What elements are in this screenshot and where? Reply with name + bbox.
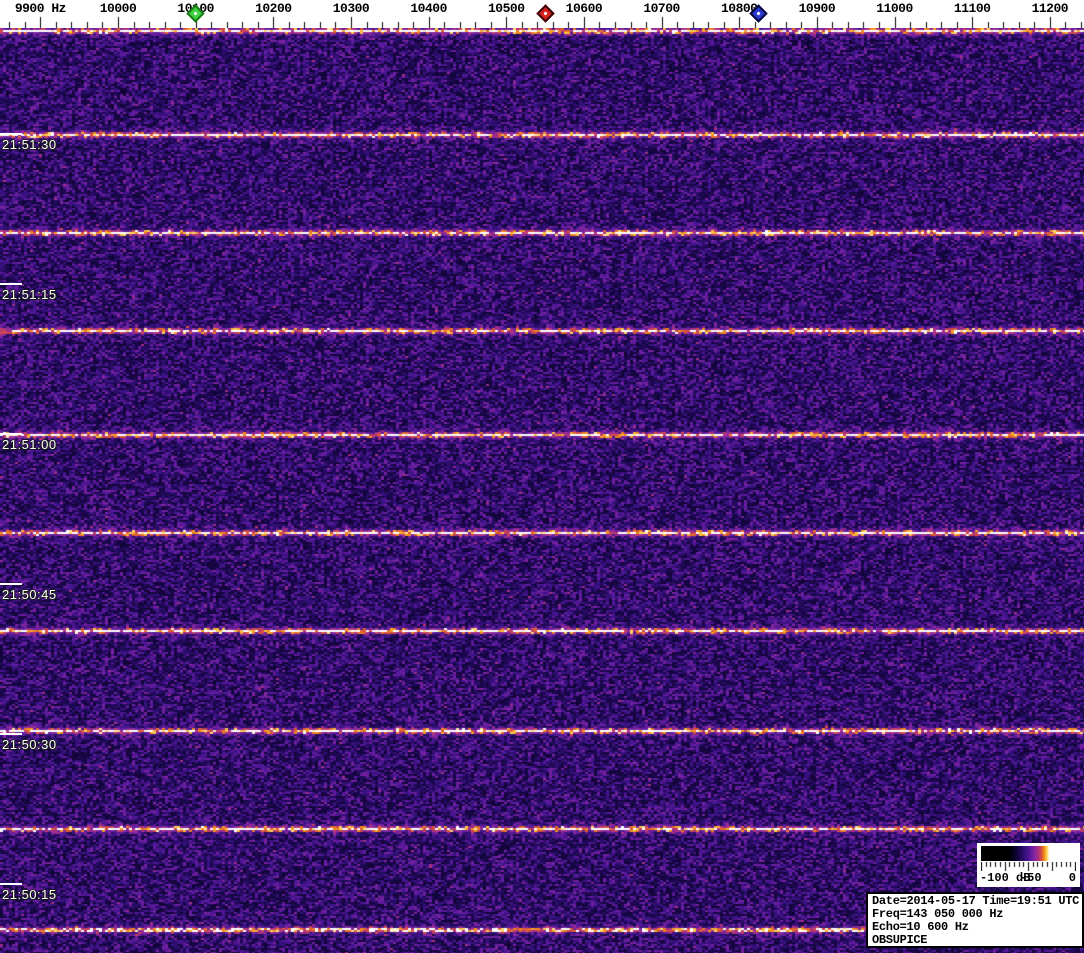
time-tick xyxy=(0,733,22,735)
freq-tick-label: 10400 xyxy=(410,1,447,16)
time-tick xyxy=(0,583,22,585)
freq-tick-label: 11200 xyxy=(1031,1,1069,16)
marker-blue-dot xyxy=(756,11,761,16)
freq-tick-label: 10700 xyxy=(643,1,680,16)
colorbar-labels: -100 dB -50 0 xyxy=(977,871,1080,885)
time-label: 21:50:30 xyxy=(2,737,57,752)
waterfall-spectrogram xyxy=(0,28,1084,953)
time-label: 21:51:15 xyxy=(2,287,57,302)
colorbar-label-max: 0 xyxy=(1068,871,1076,885)
time-tick xyxy=(0,883,22,885)
marker-green-dot xyxy=(193,11,198,16)
info-box: Date=2014-05-17 Time=19:51 UTC Freq=143 … xyxy=(866,892,1084,948)
freq-tick-label: 9900 Hz xyxy=(14,1,67,16)
marker-red-dot xyxy=(542,11,548,16)
time-tick xyxy=(0,133,22,135)
freq-tick-label: 10200 xyxy=(255,1,292,16)
time-tick xyxy=(0,433,22,435)
colorbar-label-mid: -50 xyxy=(1019,871,1042,885)
time-label: 21:50:45 xyxy=(2,587,57,602)
frequency-ruler: 9900 Hz100001010010200103001040010500106… xyxy=(0,0,1084,28)
time-label: 21:51:30 xyxy=(2,137,57,152)
colorbar-legend: -100 dB -50 0 xyxy=(977,843,1080,887)
freq-tick-label: 10900 xyxy=(798,1,836,16)
spectrogram-window: 9900 Hz100001010010200103001040010500106… xyxy=(0,0,1084,953)
freq-tick-label: 10000 xyxy=(99,1,137,16)
time-label: 21:51:00 xyxy=(2,437,57,452)
time-label: 21:50:15 xyxy=(2,887,57,902)
colorbar-ticks xyxy=(981,862,1076,871)
time-tick xyxy=(0,283,22,285)
freq-tick-label: 10600 xyxy=(565,1,603,16)
freq-tick-label: 11100 xyxy=(953,1,991,16)
colorbar-gradient xyxy=(981,846,1076,861)
info-line-station: OBSUPICE xyxy=(872,933,928,947)
freq-tick-label: 10500 xyxy=(488,1,525,16)
freq-tick-label: 10300 xyxy=(332,1,370,16)
freq-tick-label: 11000 xyxy=(876,1,913,16)
